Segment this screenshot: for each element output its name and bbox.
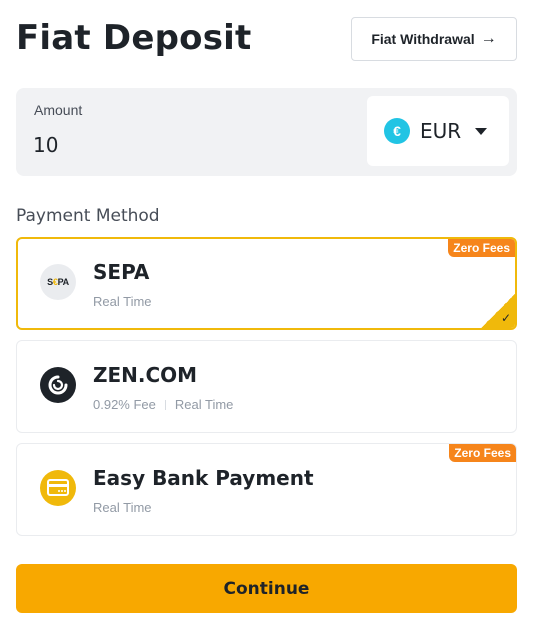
euro-icon: € (384, 118, 410, 144)
payment-method-sepa[interactable]: S € PA SEPA Real Time Zero Fees ✓ (16, 237, 517, 330)
checkmark-icon: ✓ (500, 311, 511, 325)
zero-fees-badge: Zero Fees (449, 444, 516, 462)
method-name: Easy Bank Payment (93, 466, 314, 490)
method-meta: Real Time (93, 500, 152, 515)
currency-code: EUR (420, 119, 462, 143)
zen-logo-icon (40, 367, 76, 403)
method-fee: 0.92% Fee (93, 397, 156, 412)
amount-input[interactable] (33, 130, 333, 160)
caret-down-icon (475, 127, 488, 135)
method-name: ZEN.COM (93, 363, 198, 387)
fiat-withdrawal-button[interactable]: Fiat Withdrawal → (351, 17, 517, 61)
currency-select[interactable]: € EUR (367, 96, 509, 166)
fiat-withdrawal-label: Fiat Withdrawal (371, 31, 475, 47)
amount-label: Amount (34, 102, 83, 118)
method-meta: 0.92% Fee Real Time (93, 397, 233, 412)
amount-panel: Amount € EUR (16, 88, 517, 176)
fiat-deposit-page: Fiat Deposit Fiat Withdrawal → Amount € … (0, 0, 535, 630)
method-name: SEPA (93, 260, 150, 284)
continue-button[interactable]: Continue (16, 564, 517, 613)
payment-method-easy-bank[interactable]: Easy Bank Payment Real Time Zero Fees (16, 443, 517, 536)
method-speed: Real Time (93, 500, 152, 515)
method-speed: Real Time (174, 397, 234, 412)
method-speed: Real Time (93, 294, 152, 309)
meta-divider (164, 399, 166, 410)
sepa-logo-icon: S € PA (40, 264, 76, 300)
page-title: Fiat Deposit (16, 18, 252, 58)
payment-method-label: Payment Method (16, 206, 160, 226)
bank-card-icon (40, 470, 76, 506)
method-meta: Real Time (93, 294, 152, 309)
arrow-right-icon: → (480, 30, 497, 47)
zero-fees-badge: Zero Fees (448, 239, 515, 257)
payment-method-zen[interactable]: ZEN.COM 0.92% Fee Real Time (16, 340, 517, 433)
